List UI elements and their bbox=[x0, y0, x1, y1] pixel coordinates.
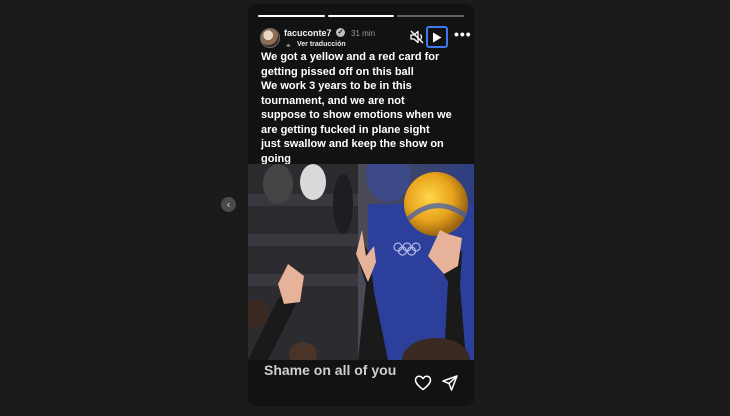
previous-story-button[interactable]: ‹ bbox=[221, 197, 236, 212]
avatar[interactable] bbox=[260, 28, 280, 48]
play-button[interactable] bbox=[426, 26, 448, 48]
speaker-muted-icon[interactable] bbox=[409, 29, 425, 45]
story-viewer: facuconte7 ✓ 31 min ⌖ Ver traducción •••… bbox=[248, 4, 474, 406]
progress-segment bbox=[397, 15, 465, 17]
heart-icon[interactable] bbox=[414, 374, 432, 392]
verified-badge-icon: ✓ bbox=[336, 28, 345, 37]
play-icon bbox=[433, 32, 442, 42]
story-caption: We got a yellow and a red card for getti… bbox=[261, 51, 452, 165]
more-horizontal-icon[interactable]: ••• bbox=[454, 26, 472, 42]
story-overlay-text: Shame on all of you bbox=[264, 362, 397, 378]
username[interactable]: facuconte7 bbox=[284, 28, 332, 38]
send-icon[interactable] bbox=[441, 374, 459, 392]
post-time: 31 min bbox=[351, 29, 376, 38]
progress-segment bbox=[327, 15, 395, 17]
progress-segment bbox=[258, 15, 325, 17]
see-translation-link[interactable]: Ver traducción bbox=[297, 41, 346, 48]
story-video[interactable] bbox=[248, 164, 474, 360]
story-progress bbox=[258, 15, 465, 17]
